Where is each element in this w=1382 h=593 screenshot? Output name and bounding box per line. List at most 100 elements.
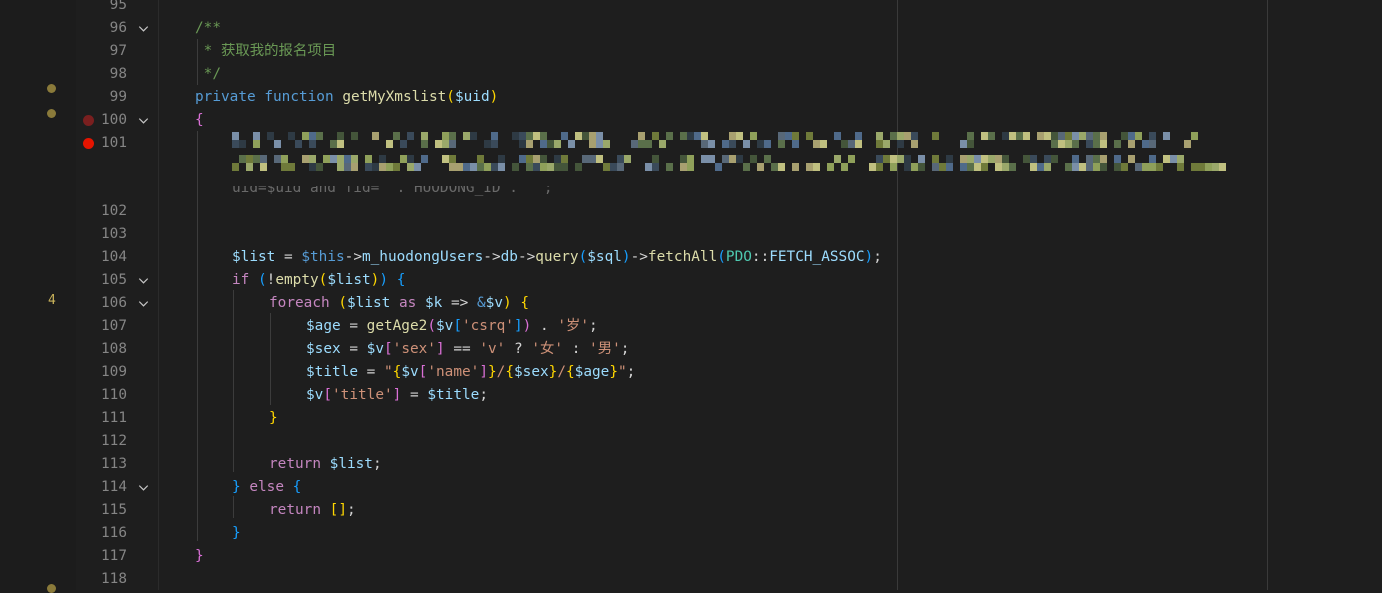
- code-line-100[interactable]: 100 {: [0, 109, 1382, 132]
- code-line-104[interactable]: 104 $list = $this->m_huodongUsers->db->q…: [0, 246, 1382, 269]
- code-line-115[interactable]: 115 return [];: [0, 499, 1382, 522]
- redaction-pixel: [918, 163, 925, 171]
- redaction-pixel: [960, 155, 967, 163]
- redaction-pixel: [519, 132, 526, 140]
- redaction-pixel: [659, 140, 666, 148]
- code-line-118[interactable]: 118: [0, 568, 1382, 591]
- code-line-111[interactable]: 111 }: [0, 407, 1382, 430]
- redaction-pixel: [288, 163, 295, 171]
- line-number: 104: [101, 249, 127, 265]
- code-line-103[interactable]: 103: [0, 223, 1382, 246]
- code-line-96[interactable]: 96 /**: [0, 17, 1382, 40]
- redaction-pixel: [918, 155, 925, 163]
- redaction-pixel: [1086, 132, 1093, 140]
- redaction-pixel: [491, 132, 498, 140]
- redaction-pixel: [484, 163, 491, 171]
- redaction-pixel: [449, 132, 456, 140]
- code-line-109[interactable]: 109 $title = "{$v['name']}/{$sex}/{$age}…: [0, 361, 1382, 384]
- code-line-114[interactable]: 114 } else {: [0, 476, 1382, 499]
- redaction-pixel: [1100, 132, 1107, 140]
- code-line-98[interactable]: 98 */: [0, 63, 1382, 86]
- redaction-pixel: [1121, 163, 1128, 171]
- redaction-pixel: [337, 155, 344, 163]
- redaction-pixel: [540, 140, 547, 148]
- redaction-pixel: [1016, 132, 1023, 140]
- redaction-pixel: [1009, 132, 1016, 140]
- chevron-down-icon[interactable]: [136, 113, 151, 128]
- code-line-112[interactable]: 112: [0, 430, 1382, 453]
- redaction-pixel: [449, 140, 456, 148]
- line-number: 118: [101, 571, 127, 587]
- redaction-pixel: [687, 132, 694, 140]
- chevron-down-icon[interactable]: [136, 21, 151, 36]
- code-line-106[interactable]: 106 foreach ($list as $k => &$v) {: [0, 292, 1382, 315]
- redaction-pixel: [442, 132, 449, 140]
- redaction-pixel: [1023, 132, 1030, 140]
- redaction-pixel: [330, 140, 337, 148]
- line-number: 108: [101, 341, 127, 357]
- redaction-pixel: [281, 155, 288, 163]
- code-line-113[interactable]: 113 return $list;: [0, 453, 1382, 476]
- redacted-line-tail: uid=$uid and fid=" . HUODONG_ID . "";: [232, 180, 553, 196]
- redaction-pixel: [904, 163, 911, 171]
- code-line-110[interactable]: 110 $v['title'] = $title;: [0, 384, 1382, 407]
- redaction-pixel: [309, 132, 316, 140]
- redaction-pixel: [771, 163, 778, 171]
- redaction-pixel: [743, 163, 750, 171]
- redaction-pixel: [757, 163, 764, 171]
- line-number: 115: [101, 502, 127, 518]
- redaction-pixel: [1212, 163, 1219, 171]
- code-line-117[interactable]: 117 }: [0, 545, 1382, 568]
- redaction-pixel: [722, 155, 729, 163]
- code-line-95[interactable]: 95: [0, 0, 1382, 17]
- code-line-107[interactable]: 107 $age = getAge2($v['csrq']) . '岁';: [0, 315, 1382, 338]
- redaction-pixel: [1128, 132, 1135, 140]
- redaction-pixel: [624, 155, 631, 163]
- redaction-pixel: [442, 155, 449, 163]
- redaction-pixel: [582, 155, 589, 163]
- redaction-pixel: [1149, 132, 1156, 140]
- redaction-pixel: [1100, 163, 1107, 171]
- redaction-pixel: [239, 155, 246, 163]
- code-line-116[interactable]: 116 }: [0, 522, 1382, 545]
- redaction-pixel: [253, 155, 260, 163]
- redaction-pixel: [876, 163, 883, 171]
- chevron-down-icon[interactable]: [136, 296, 151, 311]
- code-line-108[interactable]: 108 $sex = $v['sex'] == 'v' ? '女' : '男';: [0, 338, 1382, 361]
- redaction-pixel: [708, 155, 715, 163]
- redaction-pixel: [1156, 163, 1163, 171]
- redaction-pixel: [1100, 140, 1107, 148]
- redaction-pixel: [491, 163, 498, 171]
- redaction-pixel: [827, 163, 834, 171]
- redaction-pixel: [1023, 155, 1030, 163]
- redaction-pixel: [295, 140, 302, 148]
- redaction-pixel: [407, 163, 414, 171]
- redaction-pixel: [309, 163, 316, 171]
- redaction-pixel: [932, 132, 939, 140]
- redaction-pixel: [1072, 140, 1079, 148]
- code-text: $title = "{$v['name']}/{$sex}/{$age}";: [306, 364, 636, 380]
- redaction-pixel: [785, 132, 792, 140]
- code-line-97[interactable]: 97 * 获取我的报名项目: [0, 40, 1382, 63]
- code-line-102[interactable]: 102: [0, 200, 1382, 223]
- chevron-down-icon[interactable]: [136, 273, 151, 288]
- redaction-pixel: [351, 155, 358, 163]
- code-text: }: [195, 548, 204, 564]
- redaction-pixel: [1072, 163, 1079, 171]
- redaction-pixel: [876, 140, 883, 148]
- chevron-down-icon[interactable]: [136, 480, 151, 495]
- redaction-pixel: [1030, 155, 1037, 163]
- redaction-pixel: [897, 155, 904, 163]
- redaction-pixel: [351, 163, 358, 171]
- redaction-pixel: [736, 155, 743, 163]
- code-line-101[interactable]: 101 uid=$uid and fid=" . HUODONG_ID . ""…: [0, 132, 1382, 200]
- redaction-pixel: [946, 163, 953, 171]
- redaction-pixel: [610, 163, 617, 171]
- redaction-pixel: [232, 163, 239, 171]
- redaction-pixel: [1163, 132, 1170, 140]
- redaction-pixel: [442, 140, 449, 148]
- code-line-99[interactable]: 99 private function getMyXmslist($uid): [0, 86, 1382, 109]
- redaction-pixel: [372, 132, 379, 140]
- redaction-pixel: [281, 163, 288, 171]
- code-line-105[interactable]: 105 if (!empty($list)) {: [0, 269, 1382, 292]
